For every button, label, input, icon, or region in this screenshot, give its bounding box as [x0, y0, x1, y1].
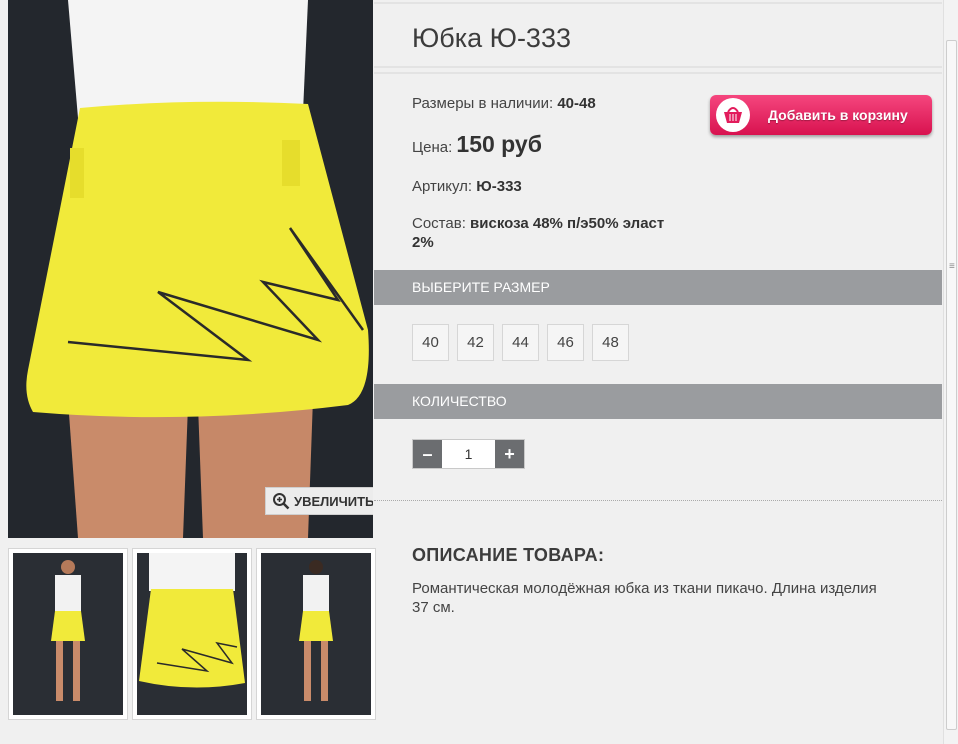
composition: Состав: вискоза 48% п/э50% эласт 2% — [412, 214, 664, 252]
scrollbar-thumb[interactable]: ≡ — [946, 40, 957, 730]
size-option-44[interactable]: 44 — [502, 324, 539, 361]
size-option-48[interactable]: 48 — [592, 324, 629, 361]
divider — [374, 72, 942, 76]
sizes-label: Размеры в наличии: — [412, 95, 554, 112]
description-heading: ОПИСАНИЕ ТОВАРА: — [412, 545, 605, 565]
dotted-divider — [374, 500, 942, 501]
size-section-header: ВЫБЕРИТЕ РАЗМЕР — [374, 270, 942, 305]
composition-label: Состав: — [412, 215, 466, 232]
thumbnail-skirt-closeup[interactable] — [132, 548, 252, 720]
price: Цена: 150 руб — [412, 131, 542, 158]
thumbnail-back-full[interactable] — [256, 548, 376, 720]
article: Артикул: Ю-333 — [412, 178, 522, 195]
quantity-stepper: – + — [412, 439, 525, 469]
scrollbar[interactable]: ≡ — [943, 0, 958, 744]
article-label: Артикул: — [412, 178, 473, 195]
add-to-cart-label: Добавить в корзину — [768, 107, 908, 123]
price-value: 150 руб — [456, 131, 542, 157]
magnifier-plus-icon — [273, 493, 290, 510]
zoom-button[interactable]: УВЕЛИЧИТЬ — [265, 487, 373, 515]
basket-icon — [716, 98, 750, 132]
sizes-value: 40-48 — [557, 95, 596, 112]
scrollbar-grip-icon: ≡ — [949, 261, 955, 272]
quantity-decrease-button[interactable]: – — [413, 440, 442, 468]
size-options: 40 42 44 46 48 — [412, 324, 629, 361]
size-option-42[interactable]: 42 — [457, 324, 494, 361]
quantity-input[interactable] — [442, 440, 495, 468]
main-product-image[interactable]: УВЕЛИЧИТЬ — [8, 0, 373, 538]
article-value: Ю-333 — [476, 178, 522, 195]
product-details: Юбка Ю-333 Размеры в наличии: 40-48 Цена… — [374, 0, 942, 744]
size-option-40[interactable]: 40 — [412, 324, 449, 361]
zoom-label: УВЕЛИЧИТЬ — [294, 493, 373, 509]
composition-value-cont: 2% — [412, 234, 434, 251]
price-label: Цена: — [412, 139, 453, 156]
add-to-cart-button[interactable]: Добавить в корзину — [710, 95, 932, 135]
description-text: Романтическая молодёжная юбка из ткани п… — [412, 580, 877, 616]
thumbnail-strip — [8, 548, 376, 722]
quantity-increase-button[interactable]: + — [495, 440, 524, 468]
size-option-46[interactable]: 46 — [547, 324, 584, 361]
composition-value: вискоза 48% п/э50% эласт — [470, 215, 665, 232]
product-title: Юбка Ю-333 — [412, 23, 571, 53]
quantity-section-header: КОЛИЧЕСТВО — [374, 384, 942, 419]
sizes-available: Размеры в наличии: 40-48 — [412, 95, 596, 112]
title-box: Юбка Ю-333 — [374, 2, 942, 68]
thumbnail-front-full[interactable] — [8, 548, 128, 720]
